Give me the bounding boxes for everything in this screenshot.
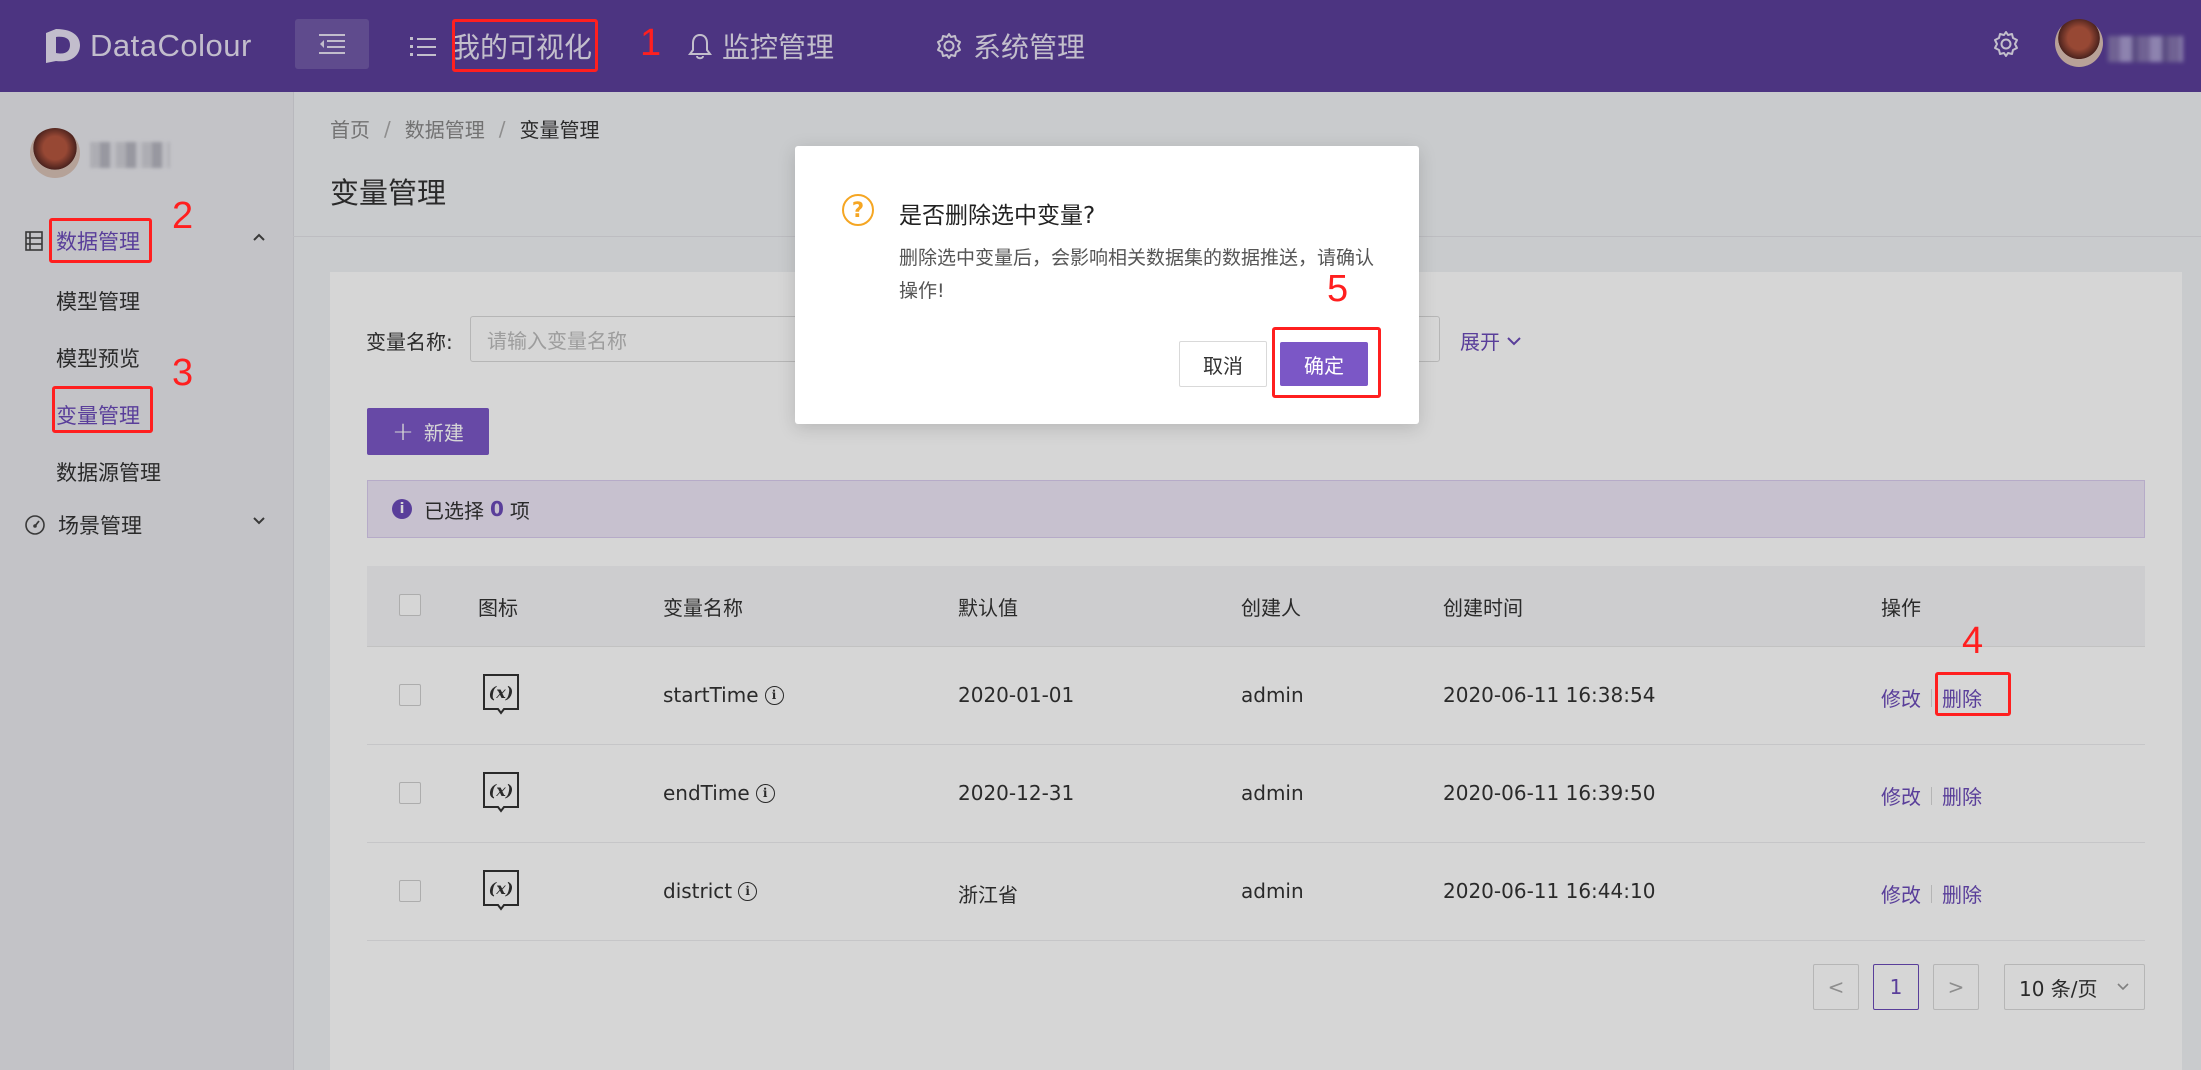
annotation-step-number: 2 [172,195,194,237]
question-circle-icon: ? [842,194,874,226]
dialog-confirm-button[interactable]: 确定 [1280,342,1368,386]
annotation-step-number: 1 [640,22,662,64]
dialog-title: 是否删除选中变量? [899,203,1096,229]
annotation-step-number: 3 [172,352,194,394]
annotation-step-number: 5 [1327,268,1349,310]
confirm-delete-dialog: ? 是否删除选中变量? 删除选中变量后，会影响相关数据集的数据推送，请确认操作!… [795,146,1419,424]
dialog-content: 删除选中变量后，会影响相关数据集的数据推送，请确认操作! [899,247,1375,302]
annotation-step-number: 4 [1962,620,1984,662]
dialog-cancel-button[interactable]: 取消 [1179,341,1267,387]
